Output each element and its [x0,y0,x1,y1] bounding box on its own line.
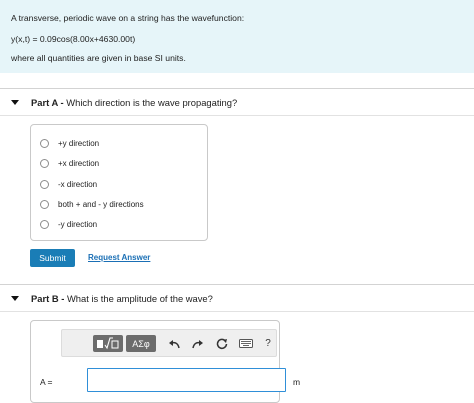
radio-button[interactable] [40,179,49,189]
radio-button[interactable] [40,219,49,229]
units-note: where all quantities are given in base S… [11,53,186,63]
help-icon[interactable]: ? [259,335,277,352]
part-a-header[interactable]: Part A - Which direction is the wave pro… [0,88,474,116]
keyboard-icon[interactable] [237,335,255,352]
option-plus-y[interactable]: +y direction [40,136,99,150]
answer-options: +y direction +x direction -x direction b… [30,124,208,241]
part-a-title: Part A - Which direction is the wave pro… [31,97,238,108]
math-toolbar: ΑΣφ ? [61,329,277,357]
answer-box: ΑΣφ ? A = m [30,320,300,403]
option-minus-y[interactable]: -y direction [40,217,97,231]
reset-icon[interactable] [213,335,231,352]
request-answer-link[interactable]: Request Answer [88,253,150,262]
answer-label: A = [40,377,53,387]
wavefunction-text: y(x,t) = 0.09cos(8.00x+4630.00t) [11,34,136,44]
radio-button[interactable] [40,199,49,209]
part-b-title: Part B - What is the amplitude of the wa… [31,293,213,304]
option-minus-x[interactable]: -x direction [40,177,97,191]
option-both-y[interactable]: both + and - y directions [40,197,144,211]
part-b-header[interactable]: Part B - What is the amplitude of the wa… [0,284,474,312]
problem-intro: A transverse, periodic wave on a string … [0,0,474,73]
collapse-caret-icon[interactable] [11,100,19,105]
radio-button[interactable] [40,138,49,148]
option-plus-x[interactable]: +x direction [40,156,99,170]
submit-button[interactable]: Submit [30,249,75,267]
unit-label: m [293,377,301,387]
redo-icon[interactable] [189,335,207,352]
radio-button[interactable] [40,158,49,168]
radical-template-icon[interactable] [93,335,123,352]
symbols-button[interactable]: ΑΣφ [126,335,156,352]
answer-input[interactable] [87,368,286,392]
intro-text: A transverse, periodic wave on a string … [11,13,245,23]
undo-icon[interactable] [165,335,183,352]
collapse-caret-icon[interactable] [11,296,19,301]
